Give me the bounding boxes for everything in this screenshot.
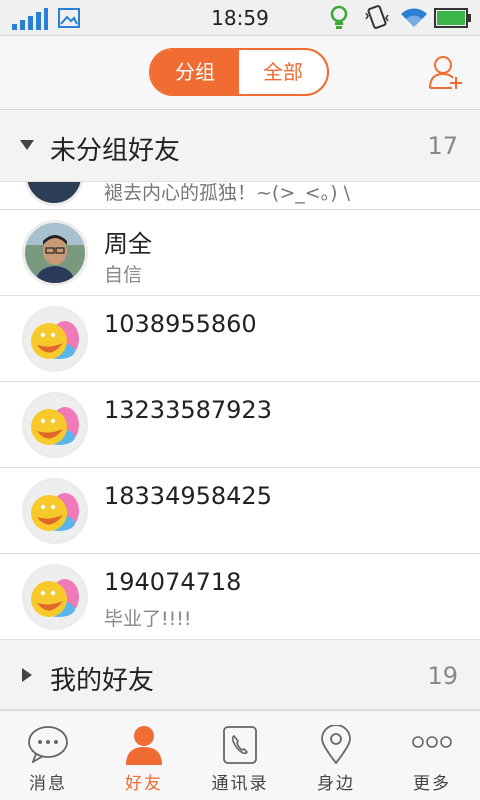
group-view-toggle: 分组 全部 <box>149 48 329 96</box>
add-friend-icon[interactable] <box>428 54 462 90</box>
header-bar: 分组 全部 <box>0 36 480 110</box>
friend-nickname: 13233587923 <box>104 396 272 424</box>
avatar <box>22 392 88 458</box>
friend-signature: 褪去内心的孤独！~(>_<。) \ <box>104 182 351 204</box>
group-header-my-friends[interactable]: 我的好友 19 <box>0 640 480 710</box>
default-qq-avatar-icon <box>25 567 85 627</box>
location-pin-icon <box>321 725 351 765</box>
friend-signature: 自信 <box>104 264 143 286</box>
expanded-arrow-icon <box>20 140 34 150</box>
tab-label: 通讯录 <box>211 774 269 794</box>
group-header-ungrouped[interactable]: 未分组好友 17 <box>0 110 480 182</box>
collapsed-arrow-icon <box>22 668 32 682</box>
tab-friends[interactable]: 好友 <box>96 711 192 800</box>
vibrate-icon <box>365 5 389 29</box>
tab-more[interactable]: 更多 <box>384 711 480 800</box>
lightbulb-icon <box>330 5 348 29</box>
default-qq-avatar-icon <box>25 395 85 455</box>
friend-nickname: 周全 <box>104 230 152 258</box>
group-name: 未分组好友 <box>50 136 181 166</box>
avatar <box>24 182 84 206</box>
list-item-partial[interactable]: 褪去内心的孤独！~(>_<。) \ <box>0 182 480 210</box>
group-name: 我的好友 <box>50 666 155 696</box>
avatar <box>22 564 88 630</box>
friend-nickname: 194074718 <box>104 568 242 596</box>
tab-label: 身边 <box>317 774 355 794</box>
list-item[interactable]: 13233587923 <box>0 382 480 468</box>
avatar <box>22 220 88 286</box>
tab-label: 消息 <box>29 774 67 794</box>
chat-bubble-icon <box>28 726 68 763</box>
list-item[interactable]: 194074718 毕业了!!!! <box>0 554 480 640</box>
list-item[interactable]: 1038955860 <box>0 296 480 382</box>
battery-icon <box>434 8 471 28</box>
wifi-icon <box>401 8 427 27</box>
list-item[interactable]: 18334958425 <box>0 468 480 554</box>
tab-nearby[interactable]: 身边 <box>288 711 384 800</box>
group-count: 19 <box>427 662 458 690</box>
person-icon <box>126 726 162 765</box>
friend-nickname: 1038955860 <box>104 310 257 338</box>
photo-avatar-icon <box>25 223 85 283</box>
tab-label: 更多 <box>413 774 451 794</box>
segment-grouped[interactable]: 分组 <box>151 50 239 94</box>
tab-label: 好友 <box>125 774 163 794</box>
default-qq-avatar-icon <box>25 481 85 541</box>
tab-messages[interactable]: 消息 <box>0 711 96 800</box>
status-bar: 18:59 <box>0 0 480 36</box>
phone-book-icon <box>223 726 257 764</box>
friend-signature: 毕业了!!!! <box>104 608 192 630</box>
list-item[interactable]: 周全 自信 <box>0 210 480 296</box>
more-dots-icon <box>412 736 452 748</box>
bottom-tab-bar: 消息 好友 通讯录 身边 更多 <box>0 710 480 800</box>
tab-contacts[interactable]: 通讯录 <box>192 711 288 800</box>
friend-nickname: 18334958425 <box>104 482 272 510</box>
avatar <box>22 306 88 372</box>
group-count: 17 <box>427 132 458 160</box>
avatar <box>22 478 88 544</box>
default-qq-avatar-icon <box>25 309 85 369</box>
segment-all[interactable]: 全部 <box>239 50 327 94</box>
